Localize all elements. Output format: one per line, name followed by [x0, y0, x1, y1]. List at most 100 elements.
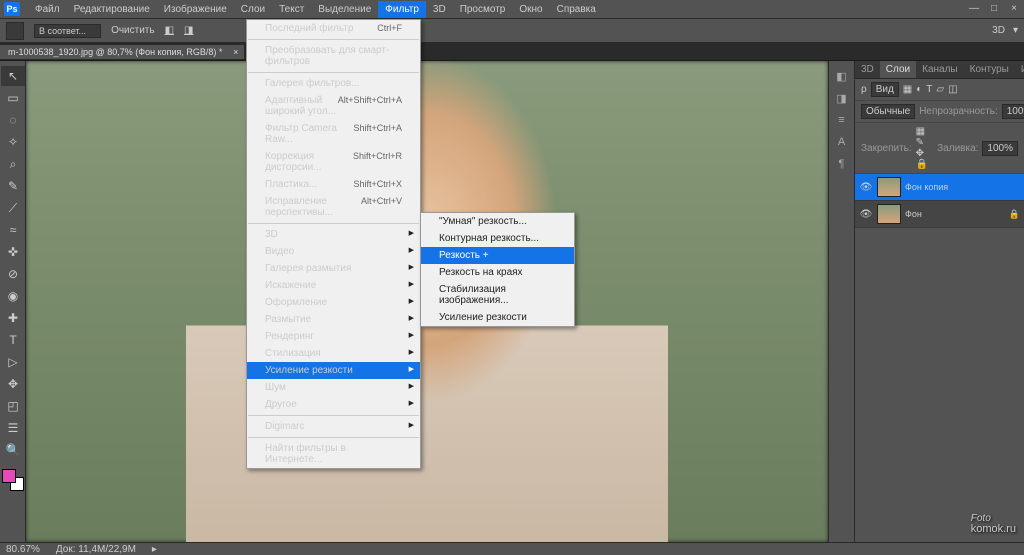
submenu-item[interactable]: Резкость + — [421, 247, 574, 264]
color-swatch[interactable] — [2, 469, 24, 491]
lock-icons[interactable]: ▦ ✎ ✥ 🔒 — [916, 126, 933, 170]
menu-item[interactable]: Усиление резкости — [247, 362, 420, 379]
panel-icon[interactable]: ¶ — [831, 154, 853, 174]
doc-size[interactable]: Док: 11,4M/22,9M — [56, 544, 136, 555]
tool-preset-icon[interactable] — [6, 22, 24, 40]
filter-pixel-icon[interactable]: ▦ — [903, 84, 912, 95]
panel-tab-история[interactable]: История — [1015, 61, 1024, 78]
submenu-item[interactable]: Контурная резкость... — [421, 230, 574, 247]
tool-7[interactable]: ≈ — [1, 220, 25, 240]
menu-item[interactable]: 3D — [247, 226, 420, 243]
tool-16[interactable]: ☰ — [1, 418, 25, 438]
menu-item[interactable]: Стилизация — [247, 345, 420, 362]
menu-окно[interactable]: Окно — [512, 1, 549, 18]
panel-tab-3d[interactable]: 3D — [855, 61, 880, 78]
menu-item[interactable]: Преобразовать для смарт-фильтров — [247, 42, 420, 70]
submenu-item[interactable]: Усиление резкости — [421, 309, 574, 326]
filter-shape-icon[interactable]: ▱ — [936, 84, 944, 95]
submenu-item[interactable]: "Умная" резкость... — [421, 213, 574, 230]
status-arrow-icon[interactable]: ▸ — [152, 544, 157, 555]
tool-11[interactable]: ✚ — [1, 308, 25, 328]
menu-item[interactable]: Искажение — [247, 277, 420, 294]
tool-13[interactable]: ▷ — [1, 352, 25, 372]
menu-item[interactable]: Найти фильтры в Интернете... — [247, 440, 420, 468]
layer-thumb[interactable] — [877, 204, 901, 224]
layer-thumb[interactable] — [877, 177, 901, 197]
menu-item[interactable]: Галерея фильтров... — [247, 75, 420, 92]
blend-mode-select[interactable]: Обычные — [861, 104, 915, 119]
opacity-value[interactable]: 100% — [1002, 104, 1024, 119]
visibility-icon[interactable]: 👁 — [859, 209, 873, 220]
fill-value[interactable]: 100% — [982, 141, 1018, 156]
panel-icon[interactable]: ◧ — [831, 66, 853, 86]
menu-файл[interactable]: Файл — [28, 1, 67, 18]
panel-icon[interactable]: ◨ — [831, 88, 853, 108]
submenu-item[interactable]: Стабилизация изображения... — [421, 281, 574, 309]
tool-6[interactable]: ⟋ — [1, 198, 25, 218]
document-tab[interactable]: m-1000538_1920.jpg @ 80,7% (Фон копия, R… — [0, 45, 244, 59]
menu-справка[interactable]: Справка — [550, 1, 603, 18]
menu-item[interactable]: Коррекция дисторсии...Shift+Ctrl+R — [247, 148, 420, 176]
menu-item[interactable]: Видео — [247, 243, 420, 260]
tool-12[interactable]: T — [1, 330, 25, 350]
zoom-level[interactable]: 80.67% — [6, 544, 40, 555]
chevron-down-icon[interactable]: ▾ — [1013, 25, 1018, 36]
tool-1[interactable]: ▭ — [1, 88, 25, 108]
kind-select[interactable]: Вид — [871, 82, 899, 97]
panel-tab-каналы[interactable]: Каналы — [916, 61, 964, 78]
menu-текст[interactable]: Текст — [272, 1, 311, 18]
mode-select[interactable]: В соответ... — [34, 24, 101, 38]
menu-изображение[interactable]: Изображение — [157, 1, 234, 18]
menu-редактирование[interactable]: Редактирование — [67, 1, 157, 18]
close-button[interactable]: × — [1008, 2, 1020, 14]
layers-list: 👁Фон копия👁Фон🔒 — [855, 174, 1024, 228]
maximize-button[interactable]: □ — [988, 2, 1000, 14]
menu-просмотр[interactable]: Просмотр — [453, 1, 513, 18]
opt-link2[interactable]: ◨ — [184, 25, 193, 36]
panel-tab-слои[interactable]: Слои — [880, 61, 916, 78]
minimize-button[interactable]: — — [968, 2, 980, 14]
menu-фильтр[interactable]: Фильтр — [378, 1, 426, 18]
layer-row[interactable]: 👁Фон копия — [855, 174, 1024, 201]
tool-14[interactable]: ✥ — [1, 374, 25, 394]
menu-item[interactable]: Digimarc — [247, 418, 420, 435]
tool-17[interactable]: 🔍 — [1, 440, 25, 460]
filter-adjust-icon[interactable]: ◐ — [916, 84, 922, 95]
clear-button[interactable]: Очистить — [111, 25, 155, 36]
panel-icon[interactable]: A — [831, 132, 853, 152]
menu-item[interactable]: Оформление — [247, 294, 420, 311]
visibility-icon[interactable]: 👁 — [859, 182, 873, 193]
tool-2[interactable]: ◌ — [1, 110, 25, 130]
menu-3d[interactable]: 3D — [426, 1, 453, 18]
lock-icon: 🔒 — [1009, 209, 1020, 220]
menu-item[interactable]: Фильтр Camera Raw...Shift+Ctrl+A — [247, 120, 420, 148]
tool-9[interactable]: ⊘ — [1, 264, 25, 284]
filter-icon[interactable]: ρ — [861, 84, 867, 95]
menu-item[interactable]: Размытие — [247, 311, 420, 328]
panel-icon[interactable]: ≡ — [831, 110, 853, 130]
3d-mode-label[interactable]: 3D — [992, 25, 1005, 36]
tool-10[interactable]: ◉ — [1, 286, 25, 306]
submenu-item[interactable]: Резкость на краях — [421, 264, 574, 281]
tool-5[interactable]: ✎ — [1, 176, 25, 196]
tool-3[interactable]: ✧ — [1, 132, 25, 152]
menu-item[interactable]: Пластика...Shift+Ctrl+X — [247, 176, 420, 193]
menu-item[interactable]: Другое — [247, 396, 420, 413]
menu-выделение[interactable]: Выделение — [311, 1, 378, 18]
tool-0[interactable]: ↖ — [1, 66, 25, 86]
filter-smart-icon[interactable]: ◫ — [948, 84, 957, 95]
menu-item[interactable]: Адаптивный широкий угол...Alt+Shift+Ctrl… — [247, 92, 420, 120]
panel-tab-контуры[interactable]: Контуры — [964, 61, 1015, 78]
layer-name: Фон — [905, 209, 922, 219]
menu-item[interactable]: Исправление перспективы...Alt+Ctrl+V — [247, 193, 420, 221]
menu-item[interactable]: Шум — [247, 379, 420, 396]
tool-15[interactable]: ◰ — [1, 396, 25, 416]
tool-4[interactable]: ⌕ — [1, 154, 25, 174]
menu-item[interactable]: Галерея размытия — [247, 260, 420, 277]
menu-item[interactable]: Рендеринг — [247, 328, 420, 345]
filter-type-icon[interactable]: T — [926, 84, 932, 95]
layer-row[interactable]: 👁 Фон 🔒 — [855, 201, 1024, 228]
opt-link[interactable]: ◧ — [165, 25, 174, 36]
menu-слои[interactable]: Слои — [234, 1, 272, 18]
tool-8[interactable]: ✜ — [1, 242, 25, 262]
